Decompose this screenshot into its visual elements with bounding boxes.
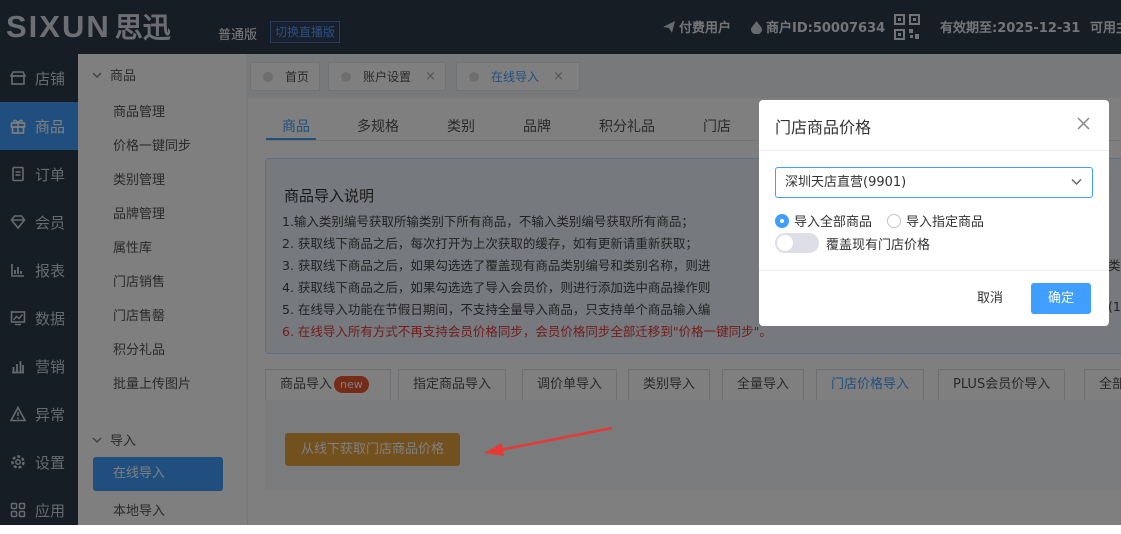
chevron-down-icon bbox=[1071, 178, 1082, 186]
radio-circle bbox=[887, 213, 901, 228]
close-icon[interactable] bbox=[1077, 117, 1090, 130]
confirm-button[interactable]: 确定 bbox=[1031, 283, 1091, 314]
dialog-divider bbox=[759, 270, 1109, 271]
overwrite-toggle[interactable] bbox=[775, 233, 819, 253]
toggle-label: 覆盖现有门店价格 bbox=[826, 237, 931, 253]
overwrite-store-price-row: 覆盖现有门店价格 bbox=[775, 233, 930, 253]
radio-import-all[interactable]: 导入全部商品 bbox=[775, 211, 872, 230]
radio-import-specific[interactable]: 导入指定商品 bbox=[887, 211, 984, 230]
store-select[interactable]: 深圳天店直营(9901) bbox=[775, 167, 1093, 198]
cancel-button[interactable]: 取消 bbox=[962, 283, 1018, 314]
dialog-title: 门店商品价格 bbox=[775, 118, 872, 137]
store-price-dialog: 门店商品价格 深圳天店直营(9901) 导入全部商品 导入指定商品 覆盖现有门店… bbox=[759, 100, 1109, 326]
radio-circle-checked bbox=[775, 213, 789, 228]
radio-label: 导入指定商品 bbox=[906, 215, 985, 230]
store-select-value: 深圳天店直营(9901) bbox=[785, 175, 907, 190]
radio-label: 导入全部商品 bbox=[794, 215, 873, 230]
dialog-divider bbox=[759, 150, 1109, 151]
